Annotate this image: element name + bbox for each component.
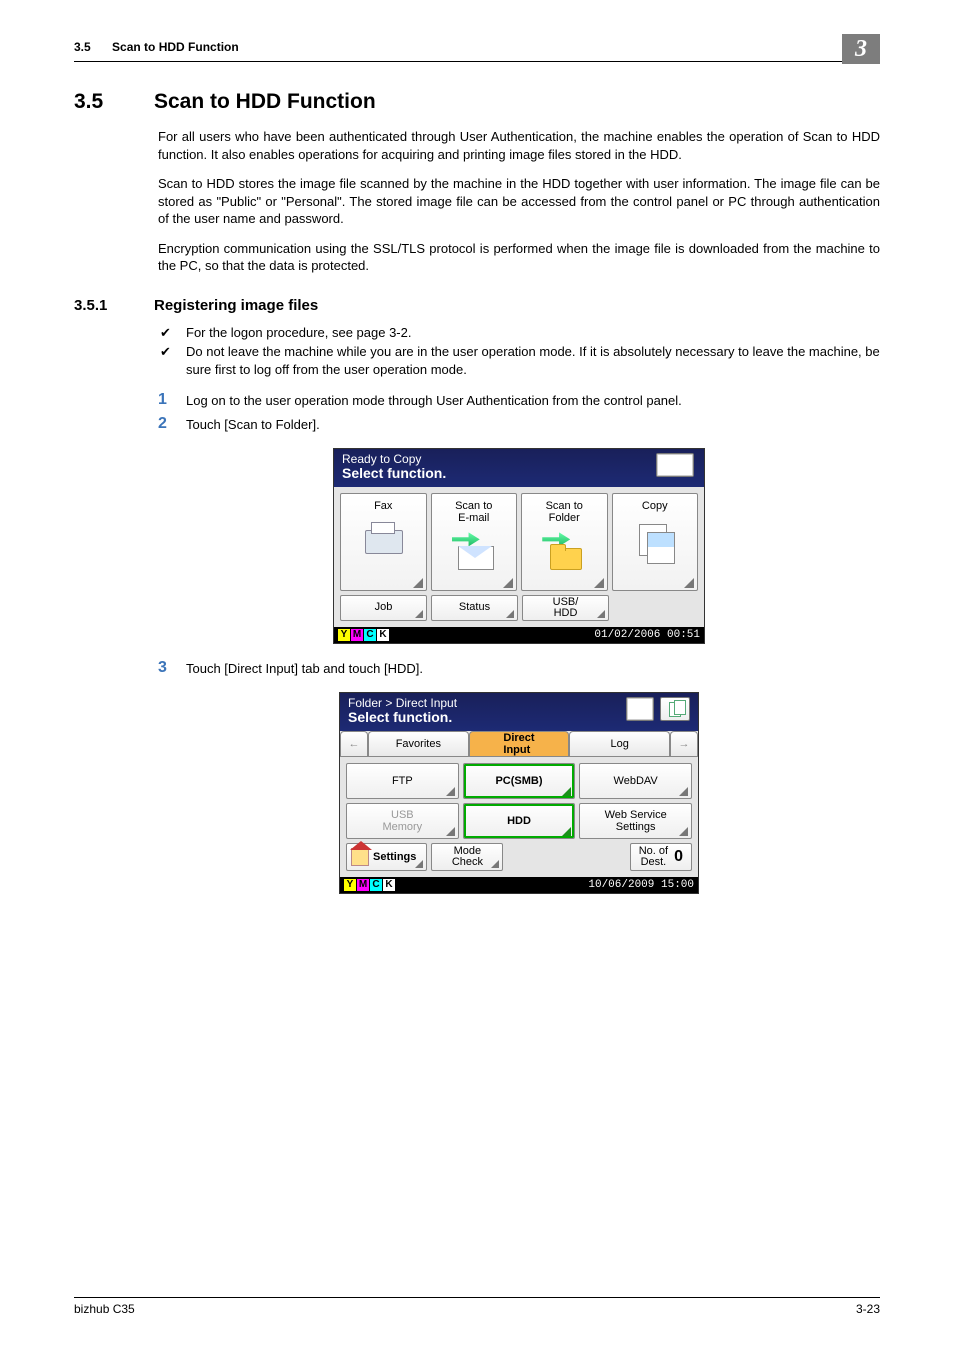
- intro-paragraph-2: Scan to HDD stores the image file scanne…: [158, 175, 880, 228]
- mail-icon: [450, 530, 498, 574]
- cell-pc-smb[interactable]: PC(SMB): [463, 763, 576, 799]
- header-section-name: Scan to HDD Function: [112, 40, 239, 54]
- tile-scan-to-folder[interactable]: Scan toFolder: [521, 493, 608, 591]
- tile-label: E-mail: [458, 512, 489, 524]
- help-button[interactable]: ?: [626, 697, 654, 721]
- document-button[interactable]: [660, 697, 690, 721]
- cell-label: USB: [391, 809, 414, 821]
- tab-label: Log: [611, 738, 629, 750]
- home-icon: [351, 848, 369, 866]
- check-item: For the logon procedure, see page 3-2.: [158, 324, 880, 342]
- cell-label: HDD: [507, 815, 531, 827]
- tab-label: Direct: [503, 732, 534, 744]
- check-list: For the logon procedure, see page 3-2. D…: [158, 324, 880, 379]
- button-label: Mode: [454, 845, 482, 857]
- cell-hdd[interactable]: HDD: [463, 803, 576, 839]
- step-2: 2 Touch [Scan to Folder].: [158, 414, 880, 434]
- screen-direct-input: Folder > Direct Input Select function. ?…: [339, 692, 699, 895]
- step-text: Touch [Scan to Folder].: [186, 414, 880, 434]
- tab-label: Input: [503, 744, 530, 756]
- chapter-number-box: 3: [842, 34, 880, 64]
- button-label: HDD: [554, 607, 578, 619]
- dest-label: No. of: [639, 845, 668, 857]
- screen2-timestamp: 10/06/2009 15:00: [588, 879, 694, 891]
- cell-label: Web Service: [605, 809, 667, 821]
- step-text: Log on to the user operation mode throug…: [186, 390, 880, 410]
- tile-label: Fax: [341, 494, 426, 512]
- settings-button[interactable]: Settings: [346, 843, 427, 871]
- step-number: 2: [158, 414, 186, 434]
- tab-next[interactable]: →: [670, 731, 698, 757]
- toner-indicator: YMCK: [338, 629, 390, 641]
- footer-left: bizhub C35: [74, 1302, 135, 1316]
- tabs: ← Favorites DirectInput Log →: [340, 731, 698, 757]
- section-number: 3.5: [74, 90, 154, 114]
- intro-paragraph-3: Encryption communication using the SSL/T…: [158, 240, 880, 275]
- section-heading-text: Scan to HDD Function: [154, 90, 376, 113]
- screen2-statusbar: YMCK 10/06/2009 15:00: [340, 877, 698, 893]
- fax-icon: [359, 518, 407, 562]
- subsection-title: 3.5.1Registering image files: [74, 297, 880, 314]
- toner-indicator: YMCK: [344, 879, 396, 891]
- section-title: 3.5Scan to HDD Function: [74, 90, 880, 114]
- tab-label: Favorites: [396, 738, 441, 750]
- step-text: Touch [Direct Input] tab and touch [HDD]…: [186, 658, 880, 678]
- tile-label: Scan to: [455, 500, 492, 512]
- step-number: 3: [158, 658, 186, 678]
- button-label: Check: [452, 856, 483, 868]
- tile-label: Folder: [549, 512, 580, 524]
- check-item: Do not leave the machine while you are i…: [158, 343, 880, 378]
- dest-label: Dest.: [641, 856, 667, 868]
- step-3: 3 Touch [Direct Input] tab and touch [HD…: [158, 658, 880, 678]
- cell-ftp[interactable]: FTP: [346, 763, 459, 799]
- dest-count: 0: [674, 848, 683, 866]
- button-label: USB/: [553, 596, 579, 608]
- cell-label: Memory: [382, 821, 422, 833]
- page-footer: bizhub C35 3-23: [74, 1297, 880, 1316]
- screen1-titlebar: Ready to Copy Select function. ?: [334, 449, 704, 488]
- intro-paragraph-1: For all users who have been authenticate…: [158, 128, 880, 163]
- tile-fax[interactable]: Fax: [340, 493, 427, 591]
- footer-right: 3-23: [856, 1302, 880, 1316]
- tile-label: Scan to: [546, 500, 583, 512]
- button-status[interactable]: Status: [431, 595, 518, 621]
- help-button[interactable]: ?: [656, 453, 694, 477]
- button-label: Settings: [373, 851, 416, 863]
- tile-label: Copy: [613, 494, 698, 512]
- cell-label: Settings: [616, 821, 656, 833]
- tab-direct-input[interactable]: DirectInput: [469, 731, 570, 757]
- button-usb-hdd[interactable]: USB/HDD: [522, 595, 609, 621]
- button-job[interactable]: Job: [340, 595, 427, 621]
- dest-count-box: No. ofDest. 0: [630, 843, 692, 871]
- button-label: Status: [459, 602, 490, 614]
- cell-usb-memory[interactable]: USBMemory: [346, 803, 459, 839]
- screen1-statusbar: YMCK 01/02/2006 00:51: [334, 627, 704, 643]
- header-section-num: 3.5: [74, 40, 91, 54]
- cell-label: PC(SMB): [495, 775, 542, 787]
- screen-select-function: Ready to Copy Select function. ? Fax Sca…: [333, 448, 705, 645]
- cell-label: WebDAV: [614, 775, 658, 787]
- screen2-titlebar: Folder > Direct Input Select function. ?: [340, 693, 698, 732]
- screen1-title-line2: Select function.: [342, 466, 696, 481]
- tab-prev[interactable]: ←: [340, 731, 368, 757]
- subsection-heading-text: Registering image files: [154, 297, 318, 314]
- screen1-timestamp: 01/02/2006 00:51: [594, 629, 700, 641]
- screen1-title-line1: Ready to Copy: [342, 453, 696, 466]
- cell-label: FTP: [392, 775, 413, 787]
- step-number: 1: [158, 390, 186, 410]
- button-label: Job: [375, 602, 393, 614]
- copy-icon: [631, 518, 679, 562]
- tile-scan-to-email[interactable]: Scan toE-mail: [431, 493, 518, 591]
- step-1: 1 Log on to the user operation mode thro…: [158, 390, 880, 410]
- subsection-number: 3.5.1: [74, 297, 154, 314]
- cell-webdav[interactable]: WebDAV: [579, 763, 692, 799]
- tab-favorites[interactable]: Favorites: [368, 731, 469, 757]
- tab-log[interactable]: Log: [569, 731, 670, 757]
- cell-web-service-settings[interactable]: Web ServiceSettings: [579, 803, 692, 839]
- mode-check-button[interactable]: ModeCheck: [431, 843, 503, 871]
- tile-copy[interactable]: Copy: [612, 493, 699, 591]
- page-header: 3.5 Scan to HDD Function 3: [74, 34, 880, 62]
- folder-icon: [540, 530, 588, 574]
